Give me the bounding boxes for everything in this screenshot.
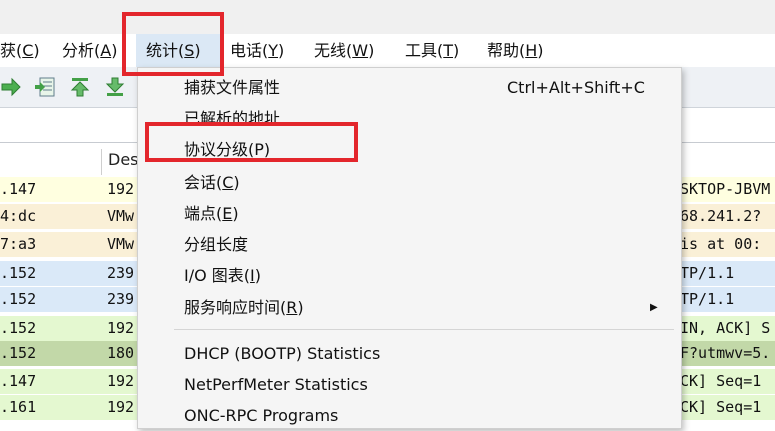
menu-bar: 获(C) 分析(A) 统计(S) 电话(Y) 无线(W) 工具(T) 帮助(H) xyxy=(0,34,775,67)
shortcut-label: Ctrl+Alt+Shift+C xyxy=(507,78,645,97)
menu-item-io-graphs[interactable]: I/O 图表(I) xyxy=(138,260,681,291)
submenu-arrow-icon: ▶ xyxy=(650,302,658,313)
menu-item-netperfmeter-statistics[interactable]: NetPerfMeter Statistics xyxy=(138,369,681,400)
arrow-right-icon[interactable] xyxy=(0,76,22,98)
menu-item-endpoints[interactable]: 端点(E) xyxy=(138,198,681,229)
highlight-box-protocol-hierarchy xyxy=(145,122,358,162)
menu-capture[interactable]: 获(C) xyxy=(0,34,40,67)
title-bar xyxy=(0,0,775,34)
menu-help[interactable]: 帮助(H) xyxy=(487,34,544,67)
menu-item-capture-file-properties[interactable]: 捕获文件属性 Ctrl+Alt+Shift+C xyxy=(138,72,681,103)
go-to-first-icon[interactable] xyxy=(69,76,91,98)
menu-item-conversations[interactable]: 会话(C) xyxy=(138,167,681,198)
menu-telephony[interactable]: 电话(Y) xyxy=(230,34,284,67)
menu-item-packet-lengths[interactable]: 分组长度 xyxy=(138,229,681,260)
go-to-last-icon[interactable] xyxy=(104,76,126,98)
menu-analyze[interactable]: 分析(A) xyxy=(62,34,117,67)
menu-tools[interactable]: 工具(T) xyxy=(405,34,459,67)
menu-item-dhcp-statistics[interactable]: DHCP (BOOTP) Statistics xyxy=(138,338,681,369)
highlight-box-statistics-menu xyxy=(122,12,224,76)
column-divider[interactable] xyxy=(101,149,102,175)
menu-wireless[interactable]: 无线(W) xyxy=(314,34,374,67)
menu-item-onc-rpc-programs[interactable]: ONC-RPC Programs xyxy=(138,400,681,431)
column-destination[interactable]: Des xyxy=(108,143,139,177)
jump-to-packet-icon[interactable] xyxy=(34,76,56,98)
menu-item-service-response-time[interactable]: 服务响应时间(R) ▶ xyxy=(138,292,681,323)
menu-separator xyxy=(174,329,674,330)
